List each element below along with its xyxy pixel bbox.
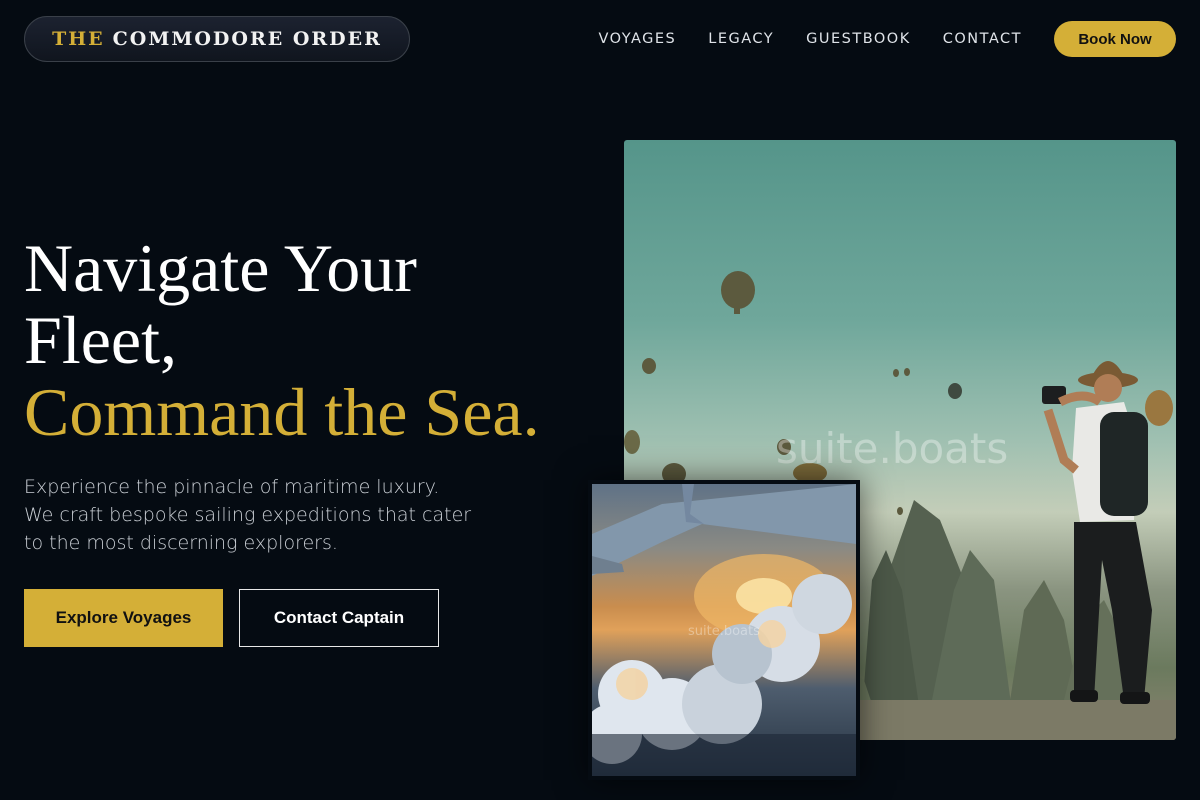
hero-subtitle: Experience the pinnacle of maritime luxu… [24, 476, 472, 554]
main-photo-watermark: suite.boats [776, 424, 1009, 473]
hero-title-line1: Navigate Your [24, 230, 417, 306]
hero-title: Navigate Your Fleet, Command the Sea. [24, 232, 604, 448]
hero-title-accent: Command the Sea. [24, 374, 540, 450]
brand-logo[interactable]: THE COMMODORE ORDER [24, 16, 410, 62]
inset-photo-watermark: suite.boats [688, 624, 760, 639]
nav-link-legacy[interactable]: LEGACY [708, 31, 774, 47]
hero-title-line2: Fleet, [24, 302, 177, 378]
main-nav: VOYAGES LEGACY GUESTBOOK CONTACT Book No… [598, 20, 1176, 58]
nav-link-voyages[interactable]: VOYAGES [598, 31, 676, 47]
brand-name: COMMODORE ORDER [112, 28, 382, 50]
hero-photo-inset: suite.boats [588, 480, 860, 780]
nav-link-guestbook[interactable]: GUESTBOOK [806, 31, 911, 47]
explore-voyages-button[interactable]: Explore Voyages [24, 589, 223, 647]
book-now-button[interactable]: Book Now [1054, 21, 1176, 57]
nav-link-contact[interactable]: CONTACT [943, 31, 1022, 47]
contact-captain-button[interactable]: Contact Captain [239, 589, 439, 647]
brand-prefix: THE [52, 28, 105, 50]
